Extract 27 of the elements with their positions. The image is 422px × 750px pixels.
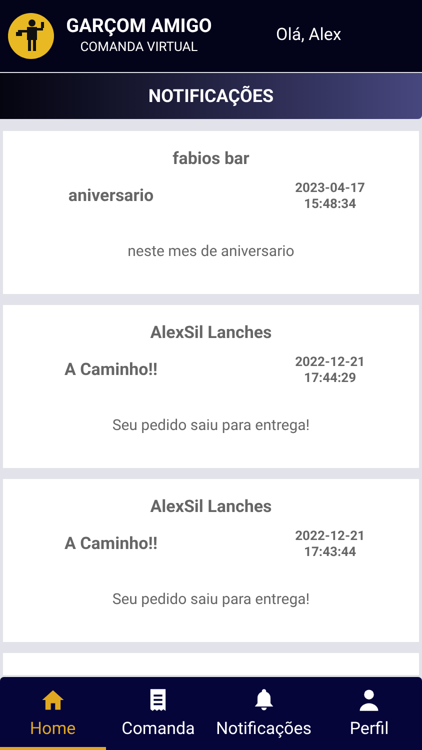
nav-tab[interactable]: Comanda bbox=[106, 677, 211, 750]
notification-subject: A Caminho!! bbox=[64, 532, 158, 556]
notification-time: 15:48:34 bbox=[304, 196, 356, 212]
notification-card[interactable]: AlexSil Lanches A Caminho!! 2022-12-21 17:44:29 Seu pedido saiu para entrega! bbox=[3, 305, 419, 468]
notification-date: 2022-12-21 bbox=[295, 528, 365, 544]
store-name: fabios bar bbox=[172, 148, 250, 171]
notification-subject: aniversario bbox=[68, 184, 154, 208]
store-name: AlexSil Lanches bbox=[150, 496, 272, 519]
page-title: NOTIFICAÇÕES bbox=[148, 84, 274, 108]
notification-message: neste mes de aniversario bbox=[128, 240, 294, 262]
notification-card[interactable]: fabios bar aniversario 2023-04-17 15:48:34 neste mes de aniversario bbox=[3, 131, 419, 294]
app-name: GARÇOM AMIGO bbox=[66, 14, 212, 38]
notification-subject: A Caminho!! bbox=[64, 358, 158, 382]
nav-tab[interactable]: Home bbox=[0, 677, 106, 750]
app-subtitle: COMANDA VIRTUAL bbox=[80, 39, 198, 57]
notification-time: 17:44:29 bbox=[304, 370, 356, 386]
notification-card[interactable]: AlexSil Lanches A Caminho!! 2022-12-21 17:43:44 Seu pedido saiu para entrega! bbox=[3, 479, 419, 642]
notification-message: Seu pedido saiu para entrega! bbox=[112, 414, 310, 436]
nav-tab[interactable]: Notificações bbox=[211, 677, 316, 750]
notification-date: 2022-12-21 bbox=[295, 354, 365, 370]
store-name: AlexSil Lanches bbox=[150, 322, 272, 345]
notification-date: 2023-04-17 bbox=[295, 180, 365, 196]
notification-time: 17:43:44 bbox=[304, 544, 356, 560]
waiter-logo-icon bbox=[8, 13, 54, 59]
nav-tab[interactable]: Perfil bbox=[316, 677, 422, 750]
notification-message: Seu pedido saiu para entrega! bbox=[112, 588, 310, 610]
greeting: Olá, Alex bbox=[276, 24, 342, 48]
